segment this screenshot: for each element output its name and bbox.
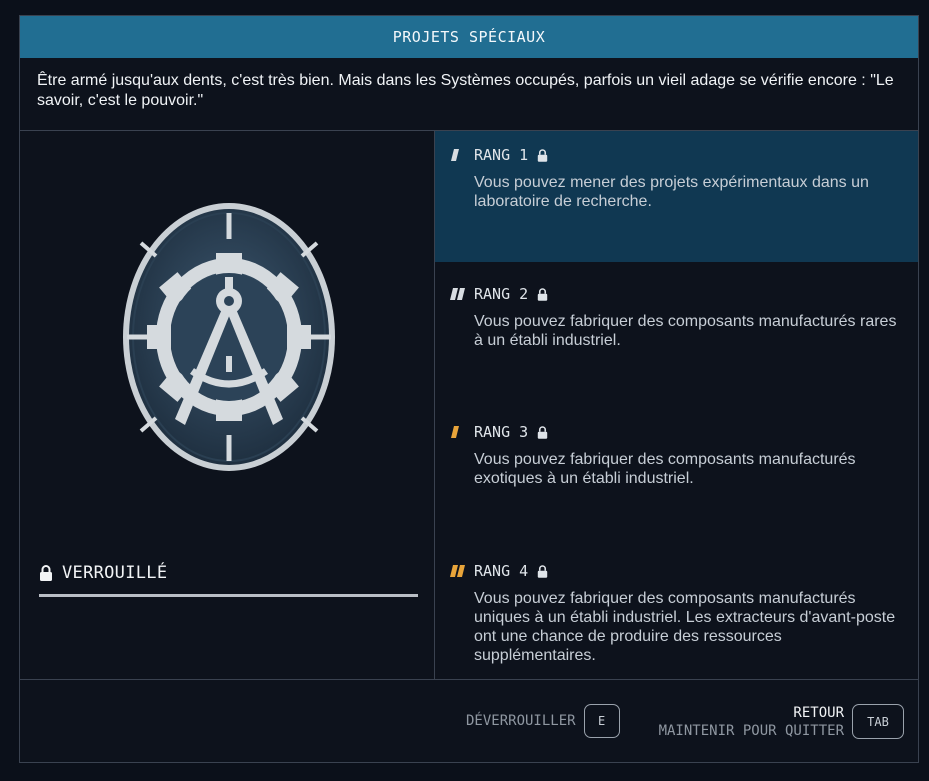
rank-description: Vous pouvez mener des projets expériment… <box>474 174 869 210</box>
lock-status: VERROUILLÉ <box>39 563 167 583</box>
rank-description: Vous pouvez fabriquer des composants man… <box>474 451 856 487</box>
rank-3-indicator <box>449 424 469 440</box>
unlock-label: DÉVERROUILLER <box>466 713 576 729</box>
back-button[interactable]: RETOUR MAINTENIR POUR QUITTER TAB <box>659 704 904 739</box>
rank-title: RANG 3 <box>474 423 529 441</box>
lock-status-label: VERROUILLÉ <box>62 563 168 583</box>
back-keycap: TAB <box>852 704 904 739</box>
page-title: PROJETS SPÉCIAUX <box>392 28 546 46</box>
rank-title: RANG 2 <box>474 285 529 303</box>
gear-compass-emblem-icon <box>123 203 335 471</box>
rank-2-indicator <box>449 286 469 302</box>
skill-description: Être armé jusqu'aux dents, c'est très bi… <box>37 72 894 109</box>
panel-header: PROJETS SPÉCIAUX <box>20 16 918 58</box>
unlock-button[interactable]: DÉVERROUILLER E <box>466 704 620 738</box>
rank-title: RANG 1 <box>474 146 529 164</box>
rank-title: RANG 4 <box>474 562 529 580</box>
rank-description: Vous pouvez fabriquer des composants man… <box>474 313 897 349</box>
lock-icon <box>537 564 548 578</box>
rank-list: RANG 1 Vous pouvez mener des projets exp… <box>435 131 918 679</box>
rank-item-2[interactable]: RANG 2 Vous pouvez fabriquer des composa… <box>435 270 918 401</box>
lock-icon <box>537 287 548 301</box>
unlock-keycap: E <box>583 704 620 738</box>
lock-icon <box>537 425 548 439</box>
lock-icon <box>537 148 548 162</box>
rank-item-4[interactable]: RANG 4 Vous pouvez fabriquer des composa… <box>435 547 918 678</box>
back-label: RETOUR <box>793 704 844 721</box>
rank-1-indicator <box>449 147 469 163</box>
back-hold-hint: MAINTENIR POUR QUITTER <box>658 722 844 739</box>
skill-panel: PROJETS SPÉCIAUX Être armé jusqu'aux den… <box>19 15 919 763</box>
rank-description: Vous pouvez fabriquer des composants man… <box>474 590 896 664</box>
progress-bar <box>39 594 418 597</box>
lock-icon <box>40 565 52 581</box>
rank-4-indicator <box>449 563 469 579</box>
rank-item-1[interactable]: RANG 1 Vous pouvez mener des projets exp… <box>435 131 918 262</box>
rank-item-3[interactable]: RANG 3 Vous pouvez fabriquer des composa… <box>435 408 918 539</box>
divider <box>20 679 918 680</box>
